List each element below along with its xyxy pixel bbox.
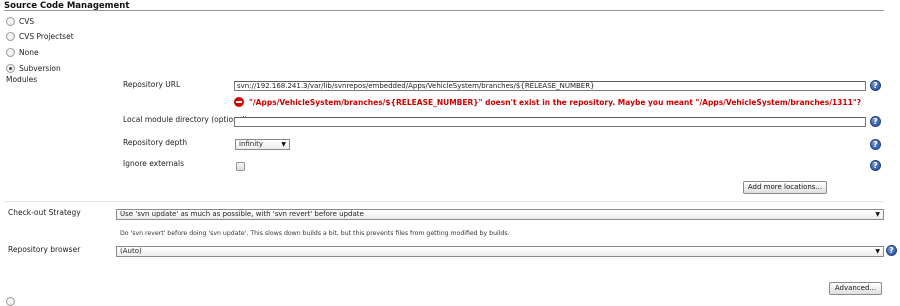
repository-depth-help-icon[interactable]: ? (870, 139, 881, 150)
ignore-externals-label: Ignore externals (123, 159, 184, 168)
modules-label: Modules (6, 75, 38, 84)
repository-browser-label: Repository browser (8, 245, 81, 254)
chevron-down-icon: ▼ (281, 141, 286, 148)
radio-label-none: None (19, 48, 39, 57)
repository-url-error: "/Apps/VehicleSystem/branches/${RELEASE_… (234, 97, 861, 107)
divider (4, 201, 884, 202)
repository-url-help-icon[interactable]: ? (870, 80, 881, 91)
ignore-externals-checkbox[interactable] (236, 162, 245, 171)
repository-depth-value: infinity (239, 140, 264, 148)
advanced-button[interactable]: Advanced... (829, 282, 882, 295)
error-icon (234, 97, 244, 107)
radio-cvs[interactable] (6, 17, 15, 26)
scm-option-cvs[interactable]: CVS (6, 17, 34, 26)
checkout-strategy-description: Do 'svn revert' before doing 'svn update… (120, 230, 510, 237)
repository-url-label: Repository URL (123, 80, 181, 89)
radio-cvs-projectset[interactable] (6, 32, 15, 41)
radio-subversion[interactable] (6, 64, 15, 73)
repository-browser-help-icon[interactable]: ? (886, 245, 897, 256)
repository-url-error-text: "/Apps/VehicleSystem/branches/${RELEASE_… (249, 97, 862, 107)
repository-browser-select[interactable]: (Auto) ▼ (116, 246, 884, 257)
radio-label-cvs: CVS (19, 17, 35, 26)
radio-none[interactable] (6, 48, 15, 57)
local-module-directory-label: Local module directory (optional) (123, 115, 248, 124)
radio-label-cvs-projectset: CVS Projectset (19, 32, 74, 41)
ignore-externals-help-icon[interactable]: ? (870, 160, 881, 171)
checkout-strategy-select[interactable]: Use 'svn update' as much as possible, wi… (116, 209, 884, 220)
scm-option-none[interactable]: None (6, 48, 39, 57)
repository-depth-label: Repository depth (123, 138, 188, 147)
repository-browser-value: (Auto) (120, 247, 142, 255)
radio-label-subversion: Subversion (19, 64, 61, 73)
repository-depth-select[interactable]: infinity ▼ (235, 139, 290, 150)
repository-url-input[interactable]: svn://192.168.241.3/var/lib/svnrepos/emb… (234, 81, 866, 91)
add-more-locations-button[interactable]: Add more locations... (743, 181, 827, 194)
local-module-directory-help-icon[interactable]: ? (870, 116, 881, 127)
scm-option-subversion[interactable]: Subversion (6, 64, 61, 73)
chevron-down-icon: ▼ (875, 211, 880, 218)
scm-option-cvs-projectset[interactable]: CVS Projectset (6, 32, 74, 41)
chevron-down-icon: ▼ (875, 248, 880, 255)
checkout-strategy-label: Check-out Strategy (8, 208, 81, 217)
section-divider (4, 10, 884, 11)
checkout-strategy-value: Use 'svn update' as much as possible, wi… (120, 210, 364, 218)
local-module-directory-input[interactable] (234, 117, 866, 127)
